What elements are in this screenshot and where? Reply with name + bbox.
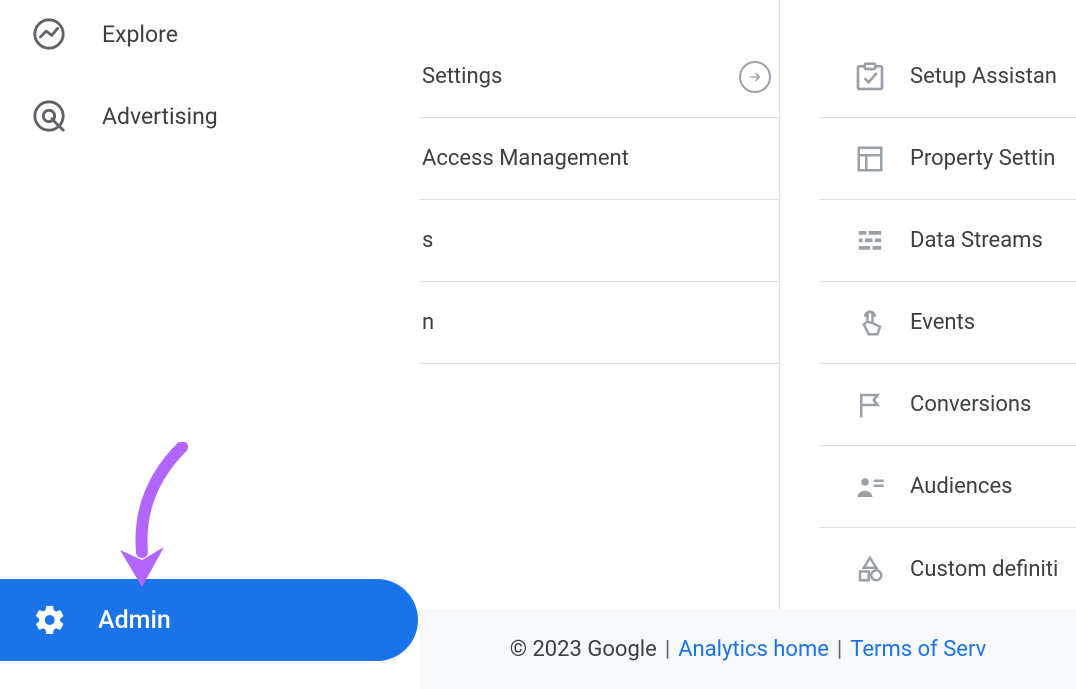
settings-item-label: Settings <box>422 64 502 89</box>
move-right-icon[interactable] <box>739 61 771 93</box>
touch-icon <box>852 305 888 341</box>
property-item-property-settings[interactable]: Property Settin <box>820 118 1076 200</box>
property-item-label: Property Settin <box>910 146 1055 171</box>
property-item-label: Custom definiti <box>910 557 1058 582</box>
annotation-arrow <box>112 442 202 592</box>
property-item-setup-assistant[interactable]: Setup Assistan <box>820 36 1076 118</box>
target-icon <box>30 97 68 135</box>
settings-item-label: Access Management <box>422 146 629 171</box>
footer-separator: | <box>837 637 842 662</box>
footer-link-analytics-home[interactable]: Analytics home <box>678 637 829 662</box>
settings-item-label: s <box>422 228 433 253</box>
footer-link-terms[interactable]: Terms of Serv <box>850 637 986 662</box>
left-sidebar: Explore Advertising Admin <box>0 0 420 689</box>
sidebar-item-label: Admin <box>98 606 171 635</box>
property-item-audiences[interactable]: Audiences <box>820 446 1076 528</box>
explore-icon <box>30 15 68 53</box>
sidebar-item-label: Advertising <box>102 103 218 130</box>
property-item-label: Audiences <box>910 474 1012 499</box>
flag-icon <box>852 387 888 423</box>
account-settings-column: Settings Access Management s n <box>420 0 780 689</box>
property-item-events[interactable]: Events <box>820 282 1076 364</box>
gear-icon <box>30 600 70 640</box>
property-item-label: Setup Assistan <box>910 64 1057 89</box>
property-item-conversions[interactable]: Conversions <box>820 364 1076 446</box>
shapes-icon <box>852 551 888 587</box>
property-item-label: Conversions <box>910 392 1031 417</box>
checkbox-icon <box>852 59 888 95</box>
sidebar-item-explore[interactable]: Explore <box>0 6 420 62</box>
property-settings-column: Setup Assistan Property Settin Data Stre… <box>820 0 1076 609</box>
sidebar-item-admin[interactable]: Admin <box>0 579 418 661</box>
sidebar-item-advertising[interactable]: Advertising <box>0 88 420 144</box>
settings-item-truncated-1[interactable]: s <box>420 200 779 282</box>
settings-item-account-settings[interactable]: Settings <box>420 36 779 118</box>
data-streams-icon <box>852 223 888 259</box>
settings-item-truncated-2[interactable]: n <box>420 282 779 364</box>
footer-separator: | <box>665 637 670 662</box>
audiences-icon <box>852 469 888 505</box>
sidebar-item-label: Explore <box>102 21 178 48</box>
page-footer: © 2023 Google | Analytics home | Terms o… <box>420 609 1076 689</box>
footer-copyright: © 2023 Google <box>510 637 657 662</box>
layout-icon <box>852 141 888 177</box>
property-item-label: Events <box>910 310 975 335</box>
property-item-label: Data Streams <box>910 228 1043 253</box>
property-item-data-streams[interactable]: Data Streams <box>820 200 1076 282</box>
settings-item-access-management[interactable]: Access Management <box>420 118 779 200</box>
property-item-custom-definitions[interactable]: Custom definiti <box>820 528 1076 609</box>
settings-item-label: n <box>422 310 434 335</box>
